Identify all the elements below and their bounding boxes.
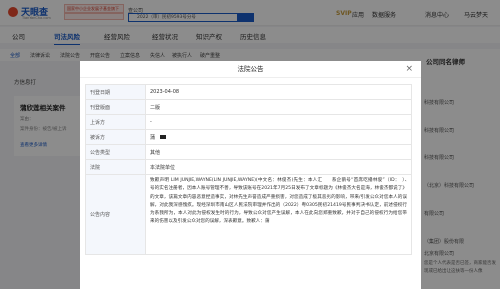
- modal-title: 法院公告: [80, 61, 421, 78]
- table-row: 公告类型 其他: [85, 144, 412, 160]
- court-notice-modal: 法院公告 × 刊登日期 2023-04-08 刊登版面 二版 上诉方 - 被诉方…: [80, 61, 421, 289]
- field-label-content: 公告内容: [85, 174, 146, 255]
- redaction-mark: [159, 135, 166, 139]
- field-label-page: 刊登版面: [85, 99, 146, 115]
- field-value-defendant-cell: 蒲: [145, 129, 412, 145]
- field-label-notice-type: 公告类型: [85, 144, 146, 160]
- field-value-appellant: -: [145, 114, 412, 130]
- notice-detail-table: 刊登日期 2023-04-08 刊登版面 二版 上诉方 - 被诉方 蒲 公告类型…: [85, 84, 412, 255]
- table-row: 被诉方 蒲: [85, 129, 412, 145]
- field-label-defendant: 被诉方: [85, 129, 146, 145]
- field-label-appellant: 上诉方: [85, 114, 146, 130]
- table-row: 刊登日期 2023-04-08: [85, 84, 412, 100]
- field-value-content: 致歉声明 LIM JUNJIE,WAYNE(LIN JUNJIE,WAYNE)(…: [145, 174, 412, 255]
- close-icon[interactable]: ×: [405, 64, 413, 74]
- table-row: 法院 本法院单位: [85, 159, 412, 175]
- field-label-publish-date: 刊登日期: [85, 84, 146, 100]
- table-row: 公告内容 致歉声明 LIM JUNJIE,WAYNE(LIN JUNJIE,WA…: [85, 174, 412, 255]
- table-row: 刊登版面 二版: [85, 99, 412, 115]
- field-value-court: 本法院单位: [145, 159, 412, 175]
- field-value-defendant[interactable]: 蒲: [150, 135, 155, 141]
- field-label-court: 法院: [85, 159, 146, 175]
- field-value-page: 二版: [145, 99, 412, 115]
- field-value-publish-date: 2023-04-08: [145, 84, 412, 100]
- field-value-notice-type: 其他: [145, 144, 412, 160]
- table-row: 上诉方 -: [85, 114, 412, 130]
